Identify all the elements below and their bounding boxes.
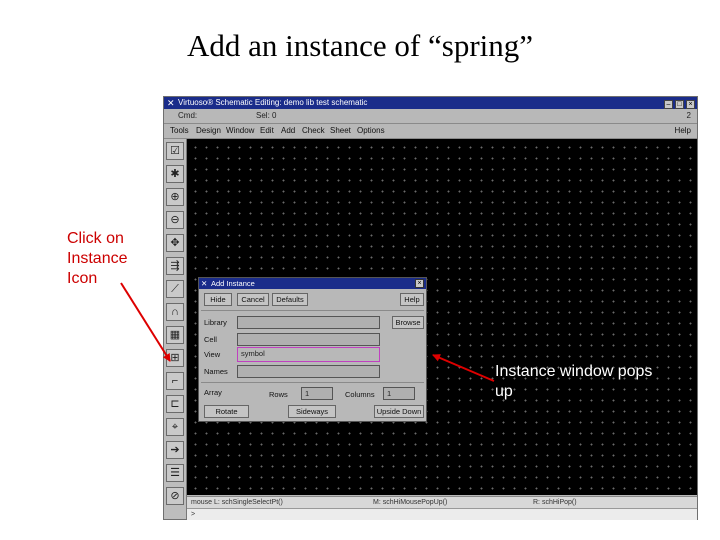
- menu-sheet[interactable]: Sheet: [330, 124, 351, 138]
- minimize-icon[interactable]: –: [664, 100, 673, 109]
- separator: [201, 310, 424, 311]
- command-line[interactable]: >: [187, 508, 697, 520]
- status-bar: Cmd: Sel: 0 2: [164, 109, 697, 124]
- pin-icon[interactable]: ⊏: [166, 395, 184, 413]
- zoom-out-icon[interactable]: ⊖: [166, 211, 184, 229]
- menu-help[interactable]: Help: [675, 124, 691, 138]
- label-icon[interactable]: ☰: [166, 464, 184, 482]
- menu-options[interactable]: Options: [357, 124, 385, 138]
- delete-icon[interactable]: ⊘: [166, 487, 184, 505]
- view-label: View: [204, 350, 221, 359]
- rotate-button[interactable]: Rotate: [204, 405, 249, 418]
- library-label: Library: [204, 318, 227, 327]
- sideways-button[interactable]: Sideways: [288, 405, 336, 418]
- status-number: 2: [686, 111, 691, 120]
- cmd-label: Cmd:: [178, 111, 198, 120]
- rows-label: Rows: [269, 390, 288, 399]
- maximize-icon[interactable]: □: [675, 100, 684, 109]
- library-field[interactable]: [237, 316, 380, 329]
- menu-edit[interactable]: Edit: [260, 124, 274, 138]
- columns-label: Columns: [345, 390, 375, 399]
- x-logo-icon: ✕: [167, 98, 175, 108]
- help-button[interactable]: Help: [400, 293, 424, 306]
- zoom-in-icon[interactable]: ⊕: [166, 188, 184, 206]
- callout-instance-window: Instance window pops up: [495, 363, 653, 400]
- window-title: Virtuoso® Schematic Editing: demo lib te…: [178, 98, 368, 107]
- grid-icon[interactable]: ▦: [166, 326, 184, 344]
- upside-down-button[interactable]: Upside Down: [374, 405, 424, 418]
- copy-icon[interactable]: ⇶: [166, 257, 184, 275]
- menu-bar: Tools Design Window Edit Add Check Sheet…: [164, 124, 697, 139]
- menu-add[interactable]: Add: [281, 124, 295, 138]
- columns-field[interactable]: 1: [383, 387, 415, 400]
- dialog-title: Add Instance: [211, 279, 255, 288]
- browse-button[interactable]: Browse: [392, 316, 424, 329]
- cell-label: Cell: [204, 335, 217, 344]
- window-titlebar[interactable]: ✕ Virtuoso® Schematic Editing: demo lib …: [164, 97, 697, 109]
- menu-tools[interactable]: Tools: [170, 124, 189, 138]
- array-label: Array: [204, 388, 222, 397]
- property-icon[interactable]: ⌖: [166, 418, 184, 436]
- names-field[interactable]: [237, 365, 380, 378]
- x-logo-icon: ✕: [201, 279, 208, 288]
- names-label: Names: [204, 367, 228, 376]
- defaults-button[interactable]: Defaults: [272, 293, 308, 306]
- magic-icon[interactable]: ✱: [166, 165, 184, 183]
- menu-check[interactable]: Check: [302, 124, 325, 138]
- slide-title: Add an instance of “spring”: [186, 28, 534, 63]
- arrow-icon[interactable]: ➔: [166, 441, 184, 459]
- separator: [201, 382, 424, 383]
- callout-click-instance-icon: Click on Instance Icon: [67, 230, 128, 287]
- menu-design[interactable]: Design: [196, 124, 221, 138]
- dialog-titlebar[interactable]: ✕ Add Instance ×: [199, 278, 426, 289]
- check-icon[interactable]: ☑: [166, 142, 184, 160]
- close-icon[interactable]: ×: [686, 100, 695, 109]
- view-field[interactable]: symbol: [237, 347, 380, 362]
- instance-icon[interactable]: ⊞: [166, 349, 184, 367]
- sel-label: Sel: 0: [256, 111, 277, 120]
- add-instance-dialog: ✕ Add Instance × Hide Cancel Defaults He…: [198, 277, 427, 422]
- cell-field[interactable]: [237, 333, 380, 346]
- menu-window[interactable]: Window: [226, 124, 254, 138]
- cancel-button[interactable]: Cancel: [237, 293, 269, 306]
- undo-icon[interactable]: ∩: [166, 303, 184, 321]
- wire-icon[interactable]: ⟋: [166, 280, 184, 298]
- rows-field[interactable]: 1: [301, 387, 333, 400]
- hide-button[interactable]: Hide: [204, 293, 232, 306]
- command-prompt: >: [191, 511, 196, 518]
- left-toolbar: ☑ ✱ ⊕ ⊖ ✥ ⇶ ⟋ ∩ ▦ ⊞ ⌐ ⊏ ⌖ ➔ ☰ ⊘: [164, 139, 187, 519]
- close-icon[interactable]: ×: [415, 279, 424, 288]
- stretch-icon[interactable]: ✥: [166, 234, 184, 252]
- bend-icon[interactable]: ⌐: [166, 372, 184, 390]
